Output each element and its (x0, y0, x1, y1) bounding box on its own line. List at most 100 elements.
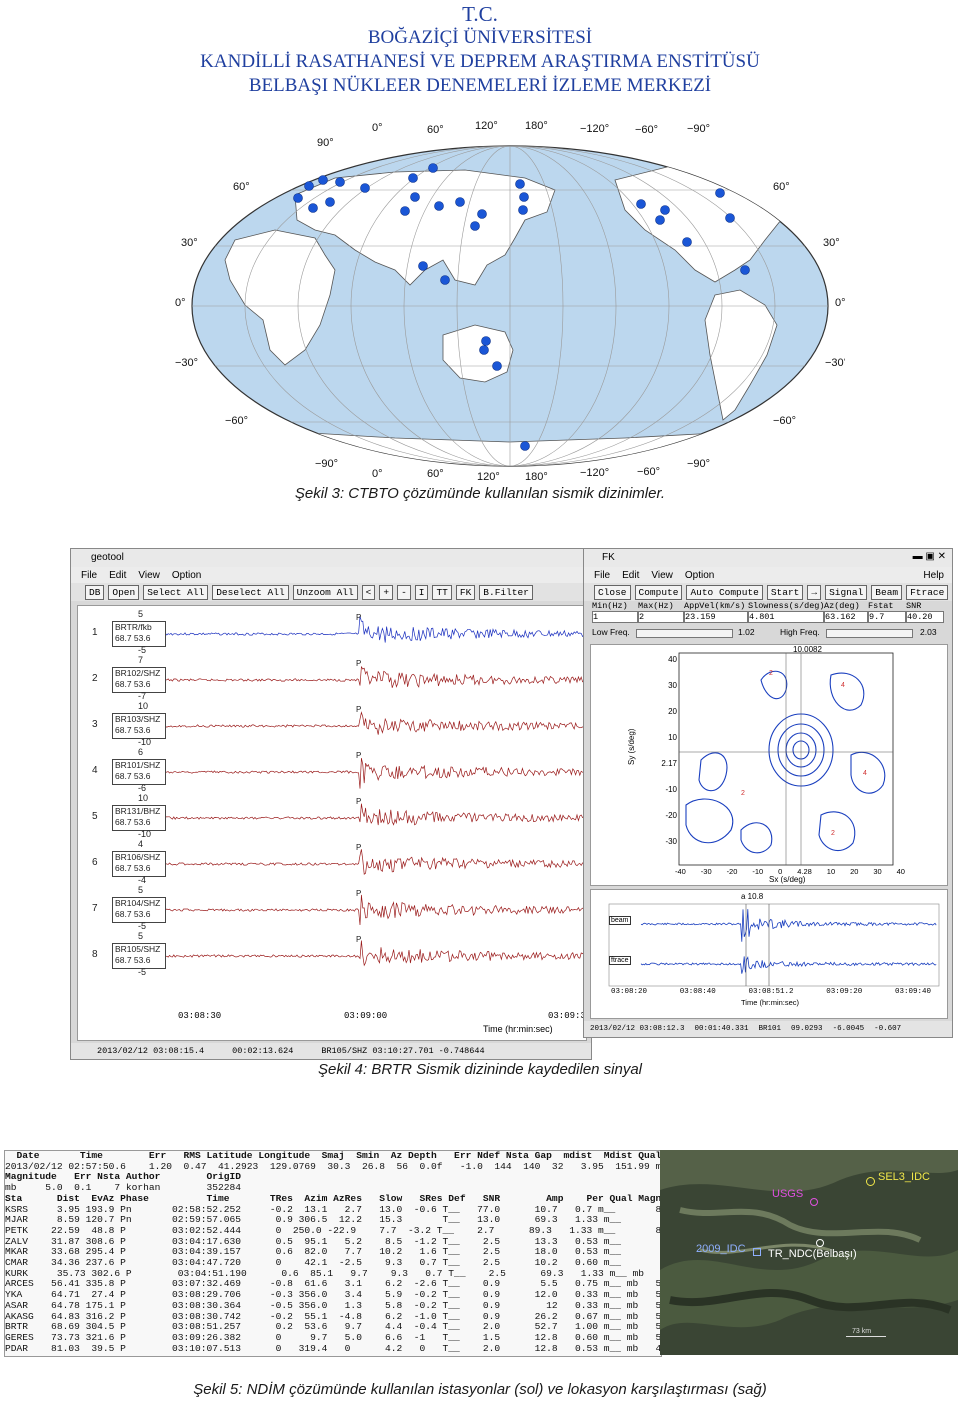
fk-compute-button[interactable]: Compute (634, 584, 683, 600)
fk-close-button[interactable]: Close (594, 584, 631, 600)
channel-label[interactable]: BR101/SHZ 68.7 53.6 (112, 759, 166, 785)
channel-label[interactable]: BR102/SHZ 68.7 53.6 (112, 667, 166, 693)
channel-name: BR102/SHZ (115, 668, 161, 678)
channel-label[interactable]: BR104/SHZ 68.7 53.6 (112, 897, 166, 923)
menu-edit[interactable]: Edit (109, 570, 126, 581)
min-hz-field[interactable]: 1 (592, 611, 638, 623)
scroll-left-button[interactable]: < (361, 584, 376, 600)
header-line-institute: KANDİLLİ RASATHANESİ VE DEPREM ARAŞTIRMA… (200, 51, 760, 72)
fk-menu-edit[interactable]: Edit (622, 570, 639, 581)
station-marker (410, 192, 420, 202)
deselect-all-button[interactable]: Deselect All (212, 584, 289, 600)
satellite-location-map: SEL3_IDC USGS 2009_IDC TR_NDC(Belbaşı) 7… (660, 1150, 958, 1355)
channel-row: 2 BR102/SHZ 68.7 53.6 7 -7 (92, 655, 224, 702)
geotool-statusbar: 2013/02/12 03:08:15.4 00:02:13.624 BR105… (71, 1043, 591, 1059)
map-bottom-label: 180° (525, 471, 548, 480)
station-marker (470, 221, 480, 231)
menu-file[interactable]: File (81, 570, 97, 581)
map-top-label: 0° (372, 122, 383, 134)
select-all-button[interactable]: Select All (143, 584, 209, 600)
map-top-label: 120° (475, 120, 498, 132)
channel-number: 2 (92, 673, 98, 684)
geotool-title: geotool (91, 552, 124, 563)
low-freq-slider[interactable] (636, 629, 733, 638)
fk-menu-file[interactable]: File (594, 570, 610, 581)
zoom-in-button[interactable]: + (379, 584, 394, 600)
channel-label[interactable]: BR103/SHZ 68.7 53.6 (112, 713, 166, 739)
svg-text:4: 4 (841, 682, 845, 689)
fk-x-tick: -10 (752, 867, 764, 876)
station-marker (725, 213, 735, 223)
fstat-field: 9.7 (868, 611, 906, 623)
slowness-field: 4.801 (748, 611, 824, 623)
phase-pick-label: P (356, 843, 361, 852)
beam-time-tick: 03:09:40 (894, 988, 931, 996)
station-marker (304, 181, 314, 191)
unzoom-all-button[interactable]: Unzoom All (292, 584, 358, 600)
fk-y-label: Sy (s/deg) (627, 728, 636, 765)
fk-menu-option[interactable]: Option (685, 570, 714, 581)
fk-menu-help[interactable]: Help (923, 570, 944, 581)
low-freq-value: 1.02 (738, 627, 755, 637)
fk-statusbar: 2013/02/12 03:08:12.3 00:01:40.331 BR101… (584, 1021, 952, 1037)
channel-name: BR101/SHZ (115, 760, 161, 770)
param-header: Az(deg) (824, 601, 860, 611)
idc2009-marker-icon (753, 1248, 761, 1256)
fk-signal-button[interactable]: Signal (825, 584, 868, 600)
channel-label[interactable]: BRTR/fkb 68.7 53.6 (112, 621, 166, 647)
beam-time-label: Time (hr:min:sec) (741, 998, 800, 1007)
window-controls-icon[interactable]: ▬ ▣ ✕ (913, 551, 946, 562)
high-freq-value: 2.03 (920, 627, 937, 637)
menu-option[interactable]: Option (172, 570, 201, 581)
param-header: SNR (906, 601, 922, 611)
fk-arrow-button[interactable]: → (807, 584, 822, 600)
map-bottom-label: 120° (477, 471, 500, 480)
channel-label[interactable]: BR105/SHZ 68.7 53.6 (112, 943, 166, 969)
fk-status-field: -6.0045 (832, 1025, 865, 1033)
open-button[interactable]: Open (108, 584, 140, 600)
amp-scale-top: 5 (138, 931, 144, 941)
fk-menu-view[interactable]: View (651, 570, 673, 581)
channel-name: BR106/SHZ (115, 852, 161, 862)
i-button[interactable]: I (414, 584, 429, 600)
param-header: Min(Hz) (592, 601, 628, 611)
sel3-label: SEL3_IDC (878, 1171, 930, 1183)
station-marker (360, 183, 370, 193)
amp-scale-top: 10 (138, 701, 149, 711)
usgs-marker-icon (810, 1198, 818, 1206)
max-hz-field[interactable]: 2 (638, 611, 684, 623)
appvel-field: 23.159 (684, 611, 748, 623)
fk-button[interactable]: FK (455, 584, 476, 600)
channel-value: 68.7 53.6 (115, 633, 151, 643)
menu-view[interactable]: View (138, 570, 160, 581)
fk-ftrace-button[interactable]: Ftrace (906, 584, 949, 600)
channel-label[interactable]: BR131/BHZ 68.7 53.6 (112, 805, 166, 831)
tt-button[interactable]: TT (432, 584, 452, 600)
svg-text:2: 2 (741, 790, 745, 797)
station-marker (519, 192, 529, 202)
fk-beam-button[interactable]: Beam (871, 584, 903, 600)
amp-scale-top: 6 (138, 747, 144, 757)
beam-label: beam (609, 916, 631, 925)
fk-plot: 2 4 2 2 4 10.0082 40 30 20 10 2.17 -10 -20 -… (590, 644, 948, 886)
fk-status-field: -0.607 (874, 1025, 902, 1033)
zoom-out-button[interactable]: - (397, 584, 411, 600)
phase-pick-label: P (356, 935, 361, 944)
station-marker (492, 361, 502, 371)
db-button[interactable]: DB (85, 584, 105, 600)
b-filter-button[interactable]: B.Filter (479, 584, 533, 600)
amp-scale-bottom: -5 (138, 921, 147, 931)
map-left-lat: −30° (175, 357, 198, 369)
fk-start-button[interactable]: Start (766, 584, 804, 600)
time-tick: 03:09:00 (344, 1011, 388, 1021)
map-right-lat: 30° (823, 237, 840, 249)
channel-value: 68.7 53.6 (115, 771, 151, 781)
time-axis-label: Time (hr:min:sec) (483, 1024, 553, 1034)
fk-contours: 2 4 2 2 4 (678, 652, 894, 866)
world-station-map: 0° 60° 120° 180° −120° −60° 0° 60° 120° … (175, 120, 845, 480)
high-freq-slider[interactable] (826, 629, 913, 638)
fk-auto-compute-button[interactable]: Auto Compute (686, 584, 763, 600)
map-left-lat: 0° (175, 297, 186, 309)
channel-label[interactable]: BR106/SHZ 68.7 53.6 (112, 851, 166, 877)
channel-number: 5 (92, 811, 98, 822)
